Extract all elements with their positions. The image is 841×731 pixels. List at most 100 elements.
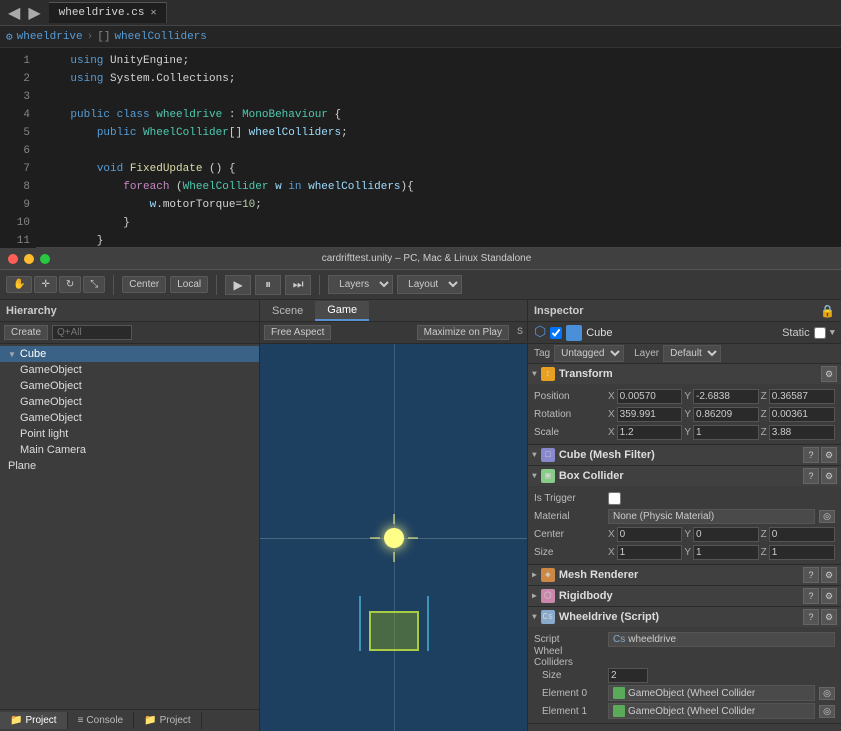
scale-x-input[interactable] bbox=[617, 425, 683, 440]
mf-btns: ? ⚙ bbox=[803, 447, 837, 463]
rot-x-input[interactable] bbox=[617, 407, 683, 422]
wheeldrive-tab[interactable]: wheeldrive.cs ✕ bbox=[49, 2, 168, 23]
obj-active-icon: ⬡ bbox=[534, 324, 546, 341]
aspect-dropdown[interactable]: Free Aspect bbox=[264, 325, 331, 340]
size-y-input[interactable] bbox=[693, 545, 759, 560]
lock-icon[interactable]: 🔒 bbox=[820, 304, 835, 318]
el0-value[interactable]: GameObject (Wheel Collider bbox=[608, 685, 815, 701]
el0-picker[interactable]: ◎ bbox=[819, 687, 835, 700]
size-z: Z bbox=[761, 545, 835, 560]
rb-btn2[interactable]: ⚙ bbox=[821, 588, 837, 604]
ray-down bbox=[393, 552, 394, 562]
code-text[interactable]: using UnityEngine; using System.Collecti… bbox=[36, 48, 841, 248]
element0-row: Element 0 GameObject (Wheel Collider ◎ bbox=[534, 684, 835, 702]
hierarchy-item-maincamera[interactable]: Main Camera bbox=[0, 442, 259, 458]
step-btn[interactable]: ⏭ bbox=[285, 275, 311, 295]
tag-select[interactable]: Untagged bbox=[554, 345, 624, 362]
hierarchy-search[interactable] bbox=[52, 325, 132, 340]
obj-active-checkbox[interactable] bbox=[550, 327, 562, 339]
is-trigger-checkbox[interactable] bbox=[608, 492, 621, 505]
script-value[interactable]: Cs wheeldrive bbox=[608, 632, 835, 647]
rot-z-input[interactable] bbox=[769, 407, 835, 422]
maximize-window-btn[interactable] bbox=[40, 254, 50, 264]
wheeldrive-header[interactable]: ▼ Cs Wheeldrive (Script) ? ⚙ bbox=[528, 607, 841, 627]
wd-btn2[interactable]: ⚙ bbox=[821, 609, 837, 625]
item-label: GameObject bbox=[20, 380, 82, 392]
hierarchy-item-go4[interactable]: GameObject bbox=[0, 410, 259, 426]
center-button[interactable]: Center bbox=[122, 276, 166, 293]
close-tab-btn[interactable]: ✕ bbox=[150, 7, 156, 19]
mat-picker[interactable]: ◎ bbox=[819, 510, 835, 523]
center-y-input[interactable] bbox=[693, 527, 759, 542]
transform-settings[interactable]: ⚙ bbox=[821, 366, 837, 382]
hierarchy-item-go1[interactable]: GameObject bbox=[0, 362, 259, 378]
scene-tab[interactable]: Scene bbox=[260, 302, 315, 320]
pos-z-input[interactable] bbox=[769, 389, 835, 404]
rz-label: Z bbox=[761, 409, 767, 420]
create-btn[interactable]: Create bbox=[4, 325, 48, 340]
el1-picker[interactable]: ◎ bbox=[819, 705, 835, 718]
close-btn[interactable] bbox=[8, 254, 18, 264]
obj-name[interactable]: Cube bbox=[586, 327, 778, 339]
pos-y-input[interactable] bbox=[693, 389, 759, 404]
mesh-renderer-header[interactable]: ▶ ◈ Mesh Renderer ? ⚙ bbox=[528, 565, 841, 585]
minimize-btn[interactable] bbox=[24, 254, 34, 264]
rb-btn1[interactable]: ? bbox=[803, 588, 819, 604]
local-button[interactable]: Local bbox=[170, 276, 208, 293]
el1-value[interactable]: GameObject (Wheel Collider bbox=[608, 703, 815, 719]
pause-btn[interactable]: ⏸ bbox=[255, 275, 281, 295]
scale-y-input[interactable] bbox=[693, 425, 759, 440]
scale-tool[interactable]: ⤡ bbox=[83, 276, 105, 293]
stats-btn[interactable]: S bbox=[517, 327, 523, 338]
mr-btn1[interactable]: ? bbox=[803, 567, 819, 583]
mr-btn2[interactable]: ⚙ bbox=[821, 567, 837, 583]
static-arrow[interactable]: ▼ bbox=[830, 328, 835, 338]
rotate-tool[interactable]: ↻ bbox=[59, 276, 81, 293]
wc-size-input[interactable] bbox=[608, 668, 648, 683]
center-x-input[interactable] bbox=[617, 527, 683, 542]
breadcrumb-wheeldrive[interactable]: wheeldrive bbox=[17, 31, 83, 43]
mesh-filter-label: Cube (Mesh Filter) bbox=[559, 449, 799, 461]
mf-btn2[interactable]: ⚙ bbox=[821, 447, 837, 463]
next-tab-btn[interactable]: ▶ bbox=[24, 1, 44, 25]
hierarchy-item-go2[interactable]: GameObject bbox=[0, 378, 259, 394]
mf-btn1[interactable]: ? bbox=[803, 447, 819, 463]
layer-select[interactable]: Default bbox=[663, 345, 721, 362]
pos-x-input[interactable] bbox=[617, 389, 683, 404]
hierarchy-item-cube[interactable]: ▼ Cube bbox=[0, 346, 259, 362]
rot-y-input[interactable] bbox=[693, 407, 759, 422]
hierarchy-item-pointlight[interactable]: Point light bbox=[0, 426, 259, 442]
center-z-input[interactable] bbox=[769, 527, 835, 542]
size-x-input[interactable] bbox=[617, 545, 683, 560]
maximize-on-play-btn[interactable]: Maximize on Play bbox=[417, 325, 509, 340]
transform-header[interactable]: ▼ ↕ Transform ⚙ bbox=[528, 364, 841, 384]
hierarchy-item-go3[interactable]: GameObject bbox=[0, 394, 259, 410]
layers-dropdown[interactable]: Layers bbox=[328, 275, 393, 294]
hand-tool[interactable]: ✋ bbox=[6, 276, 32, 293]
mat-value[interactable]: None (Physic Material) bbox=[608, 509, 815, 524]
bc-btn1[interactable]: ? bbox=[803, 468, 819, 484]
static-checkbox[interactable] bbox=[814, 327, 826, 339]
scale-z-input[interactable] bbox=[769, 425, 835, 440]
cx-label: X bbox=[608, 529, 615, 540]
move-tool[interactable]: ✛ bbox=[34, 276, 56, 293]
box-collider-header[interactable]: ▼ ▣ Box Collider ? ⚙ bbox=[528, 466, 841, 486]
bc-btn2[interactable]: ⚙ bbox=[821, 468, 837, 484]
hierarchy-list: ▼ Cube GameObject GameObject GameObject … bbox=[0, 344, 259, 709]
size-z-input[interactable] bbox=[769, 545, 835, 560]
breadcrumb-wheelcolliders[interactable]: wheelColliders bbox=[114, 31, 206, 43]
mesh-filter-header[interactable]: ▼ □ Cube (Mesh Filter) ? ⚙ bbox=[528, 445, 841, 465]
layout-dropdown[interactable]: Layout bbox=[397, 275, 462, 294]
wd-btn1[interactable]: ? bbox=[803, 609, 819, 625]
tab-nav[interactable]: ◀ ▶ bbox=[0, 1, 49, 25]
project-tab1[interactable]: 📁 Project bbox=[0, 712, 68, 729]
script-cs-icon: Cs bbox=[613, 634, 625, 645]
game-tab[interactable]: Game bbox=[315, 301, 369, 321]
project-tab2[interactable]: 📁 Project bbox=[134, 712, 202, 729]
rigidbody-header[interactable]: ▶ ⬡ Rigidbody ? ⚙ bbox=[528, 586, 841, 606]
console-tab[interactable]: ≡ Console bbox=[68, 712, 135, 729]
prev-tab-btn[interactable]: ◀ bbox=[4, 1, 24, 25]
play-btn[interactable]: ▶ bbox=[225, 275, 251, 295]
hierarchy-item-plane[interactable]: Plane bbox=[0, 458, 259, 474]
game-viewport[interactable] bbox=[260, 344, 527, 731]
